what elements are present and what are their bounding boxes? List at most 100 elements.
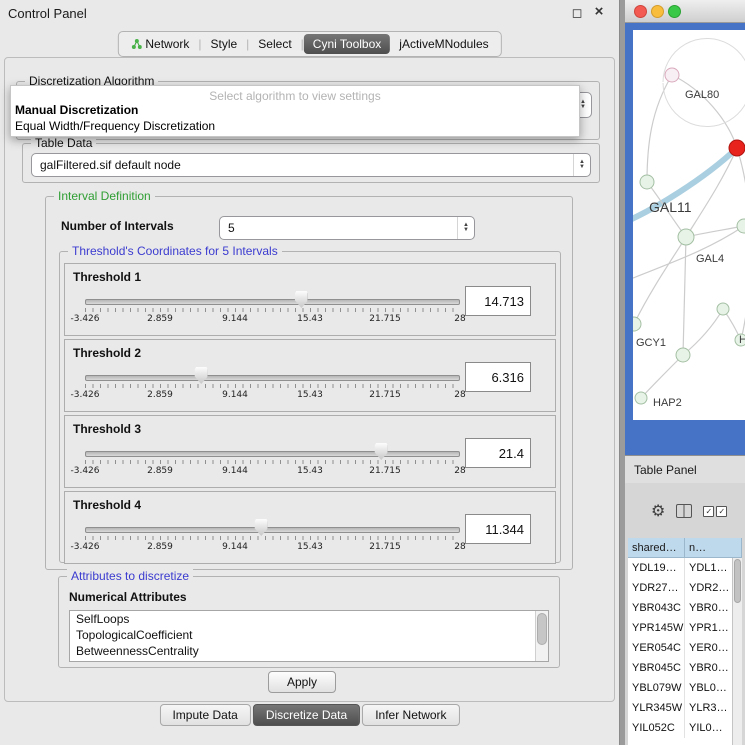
dropdown-option-manual-discretization[interactable]: Manual Discretization — [15, 103, 138, 117]
spinner-value: 5 — [220, 221, 457, 235]
list-item[interactable]: SelfLoops — [70, 611, 548, 627]
threshold-slider[interactable]: -3.4262.8599.14415.4321.71528 — [85, 366, 460, 404]
table-toolbar: ⚙ ✓ ✓ — [625, 497, 745, 525]
number-of-intervals-spinner[interactable]: 5 ▲▼ — [219, 216, 475, 240]
scrollbar-thumb[interactable] — [734, 559, 741, 603]
tick-label: 28 — [454, 542, 465, 552]
close-traffic-light[interactable] — [634, 5, 647, 18]
threshold-value-field[interactable]: 6.316 — [465, 362, 531, 392]
network-edge[interactable] — [641, 355, 683, 398]
slider-thumb[interactable] — [295, 291, 308, 308]
table-row[interactable]: YER054CYER0… — [628, 638, 742, 658]
network-edge[interactable] — [634, 237, 686, 324]
zoom-traffic-light[interactable] — [668, 5, 681, 18]
threshold-value-field[interactable]: 14.713 — [465, 286, 531, 316]
close-window-button[interactable]: × — [591, 3, 607, 20]
network-view-window: GAL80GAL11GAL4GCY1HAP2H — [625, 0, 745, 455]
tab-network[interactable]: Network — [121, 34, 198, 54]
table-row[interactable]: YBL079WYBL0… — [628, 678, 742, 698]
tab-infer-network[interactable]: Infer Network — [362, 704, 459, 726]
column-header[interactable]: n… — [685, 538, 742, 558]
float-window-button[interactable]: ◻ — [569, 5, 585, 21]
thresholds-group: Threshold's Coordinates for 5 Intervals … — [59, 251, 561, 563]
threshold-slider[interactable]: -3.4262.8599.14415.4321.71528 — [85, 518, 460, 556]
threshold-label: Threshold 1 — [73, 270, 141, 284]
threshold-label: Threshold 2 — [73, 346, 141, 360]
threshold-value-field[interactable]: 21.4 — [465, 438, 531, 468]
network-node[interactable] — [717, 303, 729, 315]
table-row[interactable]: YDL19…YDL1… — [628, 558, 742, 578]
tick-label: -3.426 — [70, 466, 99, 476]
network-node[interactable] — [633, 317, 641, 331]
threshold-slider[interactable]: -3.4262.8599.14415.4321.71528 — [85, 290, 460, 328]
slider-tick-labels: -3.4262.8599.14415.4321.71528 — [85, 466, 460, 477]
tab-jactivemodules[interactable]: jActiveMNodules — [390, 34, 497, 54]
network-edge[interactable] — [686, 148, 737, 237]
tick-label: 2.859 — [147, 466, 173, 476]
interval-definition-group: Interval Definition Number of Intervals … — [45, 196, 573, 570]
tick-label: 9.144 — [222, 314, 248, 324]
apply-button[interactable]: Apply — [268, 671, 336, 693]
network-edge[interactable] — [663, 38, 745, 126]
list-scrollbar[interactable] — [535, 611, 548, 661]
network-canvas-svg: GAL80GAL11GAL4GCY1HAP2H — [633, 30, 745, 420]
dropdown-option-equal-width[interactable]: Equal Width/Frequency Discretization — [15, 119, 215, 133]
scrollbar-thumb[interactable] — [537, 613, 547, 645]
table-row[interactable]: YPR145WYPR1… — [628, 618, 742, 638]
columns-icon[interactable] — [676, 504, 692, 518]
slider-thumb[interactable] — [195, 367, 208, 384]
list-item[interactable]: TopologicalCoefficient — [70, 627, 548, 643]
list-item[interactable]: BetweennessCentrality — [70, 643, 548, 659]
table-data-combobox[interactable]: galFiltered.sif default node ▲▼ — [31, 153, 591, 177]
network-node[interactable] — [635, 392, 647, 404]
dropdown-placeholder-option[interactable]: Select algorithm to view settings — [11, 89, 579, 103]
network-node[interactable] — [678, 229, 694, 245]
table-row[interactable]: YBR045CYBR0… — [628, 658, 742, 678]
threshold-value-field[interactable]: 11.344 — [465, 514, 531, 544]
numerical-attributes-label: Numerical Attributes — [69, 590, 187, 604]
slider-tick-labels: -3.4262.8599.14415.4321.71528 — [85, 390, 460, 401]
network-edge[interactable] — [647, 75, 672, 182]
tick-label: 9.144 — [222, 542, 248, 552]
table-row[interactable]: YBR043CYBR0… — [628, 598, 742, 618]
panel-tab-bar: Network | Style | Select | Cyni Toolbox … — [117, 31, 501, 57]
tick-label: -3.426 — [70, 390, 99, 400]
numerical-attributes-list[interactable]: SelfLoopsTopologicalCoefficientBetweenne… — [69, 610, 549, 662]
table-row[interactable]: YLR345WYLR3… — [628, 698, 742, 718]
select-columns-icon[interactable]: ✓ ✓ — [703, 506, 727, 517]
tab-discretize-data[interactable]: Discretize Data — [253, 704, 360, 726]
node-table: shared… n… YDL19…YDL1…YDR27…YDR2…YBR043C… — [628, 538, 742, 745]
threshold-slider[interactable]: -3.4262.8599.14415.4321.71528 — [85, 442, 460, 480]
table-scrollbar[interactable] — [732, 558, 742, 745]
tab-style[interactable]: Style — [201, 34, 246, 54]
slider-track — [85, 375, 460, 381]
network-edge[interactable] — [683, 309, 723, 355]
network-node-label: GAL4 — [696, 253, 724, 265]
minimize-traffic-light[interactable] — [651, 5, 664, 18]
network-node[interactable] — [665, 68, 679, 82]
table-row[interactable]: YDR27…YDR2… — [628, 578, 742, 598]
network-node[interactable] — [640, 175, 654, 189]
network-edge[interactable] — [737, 148, 745, 340]
gear-icon[interactable]: ⚙ — [651, 503, 665, 519]
table-row[interactable]: YIL052CYIL0… — [628, 718, 742, 738]
network-node[interactable] — [676, 348, 690, 362]
tab-label: Style — [210, 37, 237, 51]
table-panel-header[interactable]: Table Panel — [625, 455, 745, 484]
column-header[interactable]: shared… — [628, 538, 685, 558]
network-node-label: H — [739, 334, 745, 346]
threshold-label: Threshold 3 — [73, 422, 141, 436]
slider-thumb[interactable] — [255, 519, 268, 536]
slider-thumb[interactable] — [375, 443, 388, 460]
tick-label: -3.426 — [70, 542, 99, 552]
network-node[interactable] — [729, 140, 745, 156]
tab-select[interactable]: Select — [249, 34, 300, 54]
tab-cyni-toolbox[interactable]: Cyni Toolbox — [304, 34, 390, 54]
tick-label: 2.859 — [147, 542, 173, 552]
network-canvas[interactable]: GAL80GAL11GAL4GCY1HAP2H — [633, 30, 745, 420]
network-node[interactable] — [737, 219, 745, 233]
network-edge[interactable] — [683, 237, 686, 355]
threshold-label: Threshold 4 — [73, 498, 141, 512]
tab-impute-data[interactable]: Impute Data — [159, 704, 250, 726]
network-edge[interactable] — [672, 75, 737, 148]
